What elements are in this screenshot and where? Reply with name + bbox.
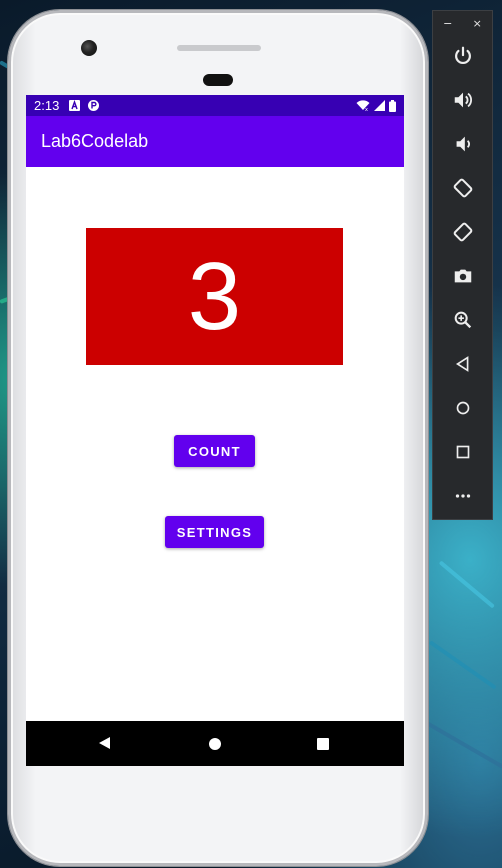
nav-recents-icon[interactable]	[317, 738, 329, 750]
nav-home-icon[interactable]	[209, 738, 221, 750]
overview-button[interactable]	[433, 435, 492, 469]
count-button[interactable]: COUNT	[174, 435, 255, 467]
rotate-right-button[interactable]	[433, 215, 492, 249]
battery-icon	[389, 99, 396, 112]
phone-earpiece	[203, 74, 233, 86]
signal-icon	[374, 100, 385, 111]
power-icon	[454, 46, 471, 65]
zoom-button[interactable]	[433, 303, 492, 337]
more-icon	[455, 494, 470, 498]
home-icon	[456, 401, 469, 415]
rotate-left-button[interactable]	[433, 171, 492, 205]
overview-icon	[456, 445, 469, 459]
zoom-icon	[454, 311, 471, 329]
rotate-right-icon	[453, 222, 472, 242]
window-controls: − ×	[433, 17, 492, 30]
more-button[interactable]	[433, 479, 492, 513]
background-decoration	[438, 560, 495, 609]
p-notification-icon	[88, 100, 100, 111]
settings-button[interactable]: SETTINGS	[165, 516, 264, 548]
app-bar: Lab6Codelab	[26, 116, 404, 167]
status-bar: 2:13 x	[26, 95, 404, 116]
count-value: 3	[187, 242, 242, 350]
svg-text:x: x	[365, 107, 368, 111]
volume-up-button[interactable]	[433, 83, 492, 117]
back-button[interactable]	[433, 347, 492, 381]
volume-down-icon	[456, 136, 470, 152]
navigation-bar	[26, 721, 404, 766]
close-icon[interactable]: ×	[473, 17, 482, 30]
status-icons-right: x	[356, 99, 396, 112]
minimize-icon[interactable]: −	[443, 17, 452, 30]
home-button[interactable]	[433, 391, 492, 425]
emulator-toolbar: − ×	[432, 10, 493, 520]
phone-speaker-grille	[177, 45, 261, 51]
nav-back-icon[interactable]	[99, 737, 110, 749]
rotate-left-icon	[453, 178, 472, 198]
background-decoration	[428, 640, 497, 690]
device-screen: 2:13 x Lab6Codelab 3 COUNT SETTINGS	[26, 95, 404, 766]
status-time: 2:13	[34, 98, 60, 113]
volume-up-icon	[454, 92, 472, 108]
a-notification-icon	[69, 100, 81, 111]
volume-down-button[interactable]	[433, 127, 492, 161]
background-decoration	[424, 720, 502, 769]
wifi-icon: x	[356, 100, 370, 111]
back-icon	[455, 356, 468, 372]
screenshot-button[interactable]	[433, 259, 492, 293]
count-display: 3	[86, 228, 343, 365]
front-camera	[81, 40, 97, 56]
power-button[interactable]	[433, 39, 492, 73]
app-title: Lab6Codelab	[41, 131, 149, 151]
camera-icon	[454, 269, 471, 283]
